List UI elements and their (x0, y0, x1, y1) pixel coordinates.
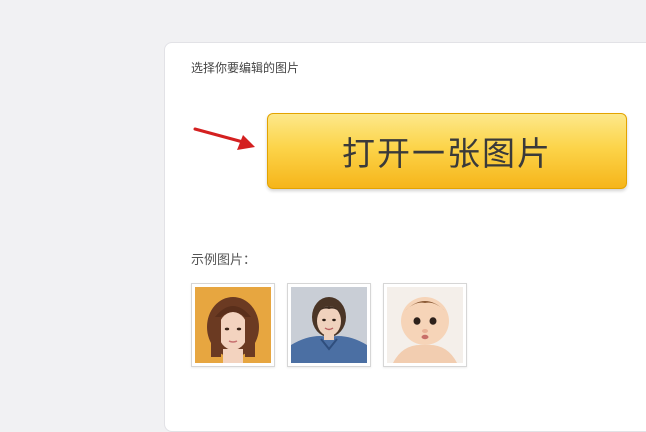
choose-image-prompt: 选择你要编辑的图片 (191, 61, 300, 75)
example-thumbnails (191, 283, 467, 367)
sample-photo-baby (387, 287, 463, 363)
open-image-button-label: 打开一张图片 (342, 134, 552, 173)
editor-panel: 选择你要编辑的图片 打开一张图片 示例图片： (164, 42, 646, 432)
sample-photo-woman-bangs (195, 287, 271, 363)
example-images-label: 示例图片： (191, 253, 257, 268)
sample-photo-woman-denim (291, 287, 367, 363)
red-arrow-icon (193, 127, 255, 150)
example-thumbnail-2[interactable] (287, 283, 371, 367)
example-thumbnail-3[interactable] (383, 283, 467, 367)
open-image-button[interactable]: 打开一张图片 (267, 113, 627, 189)
example-thumbnail-1[interactable] (191, 283, 275, 367)
